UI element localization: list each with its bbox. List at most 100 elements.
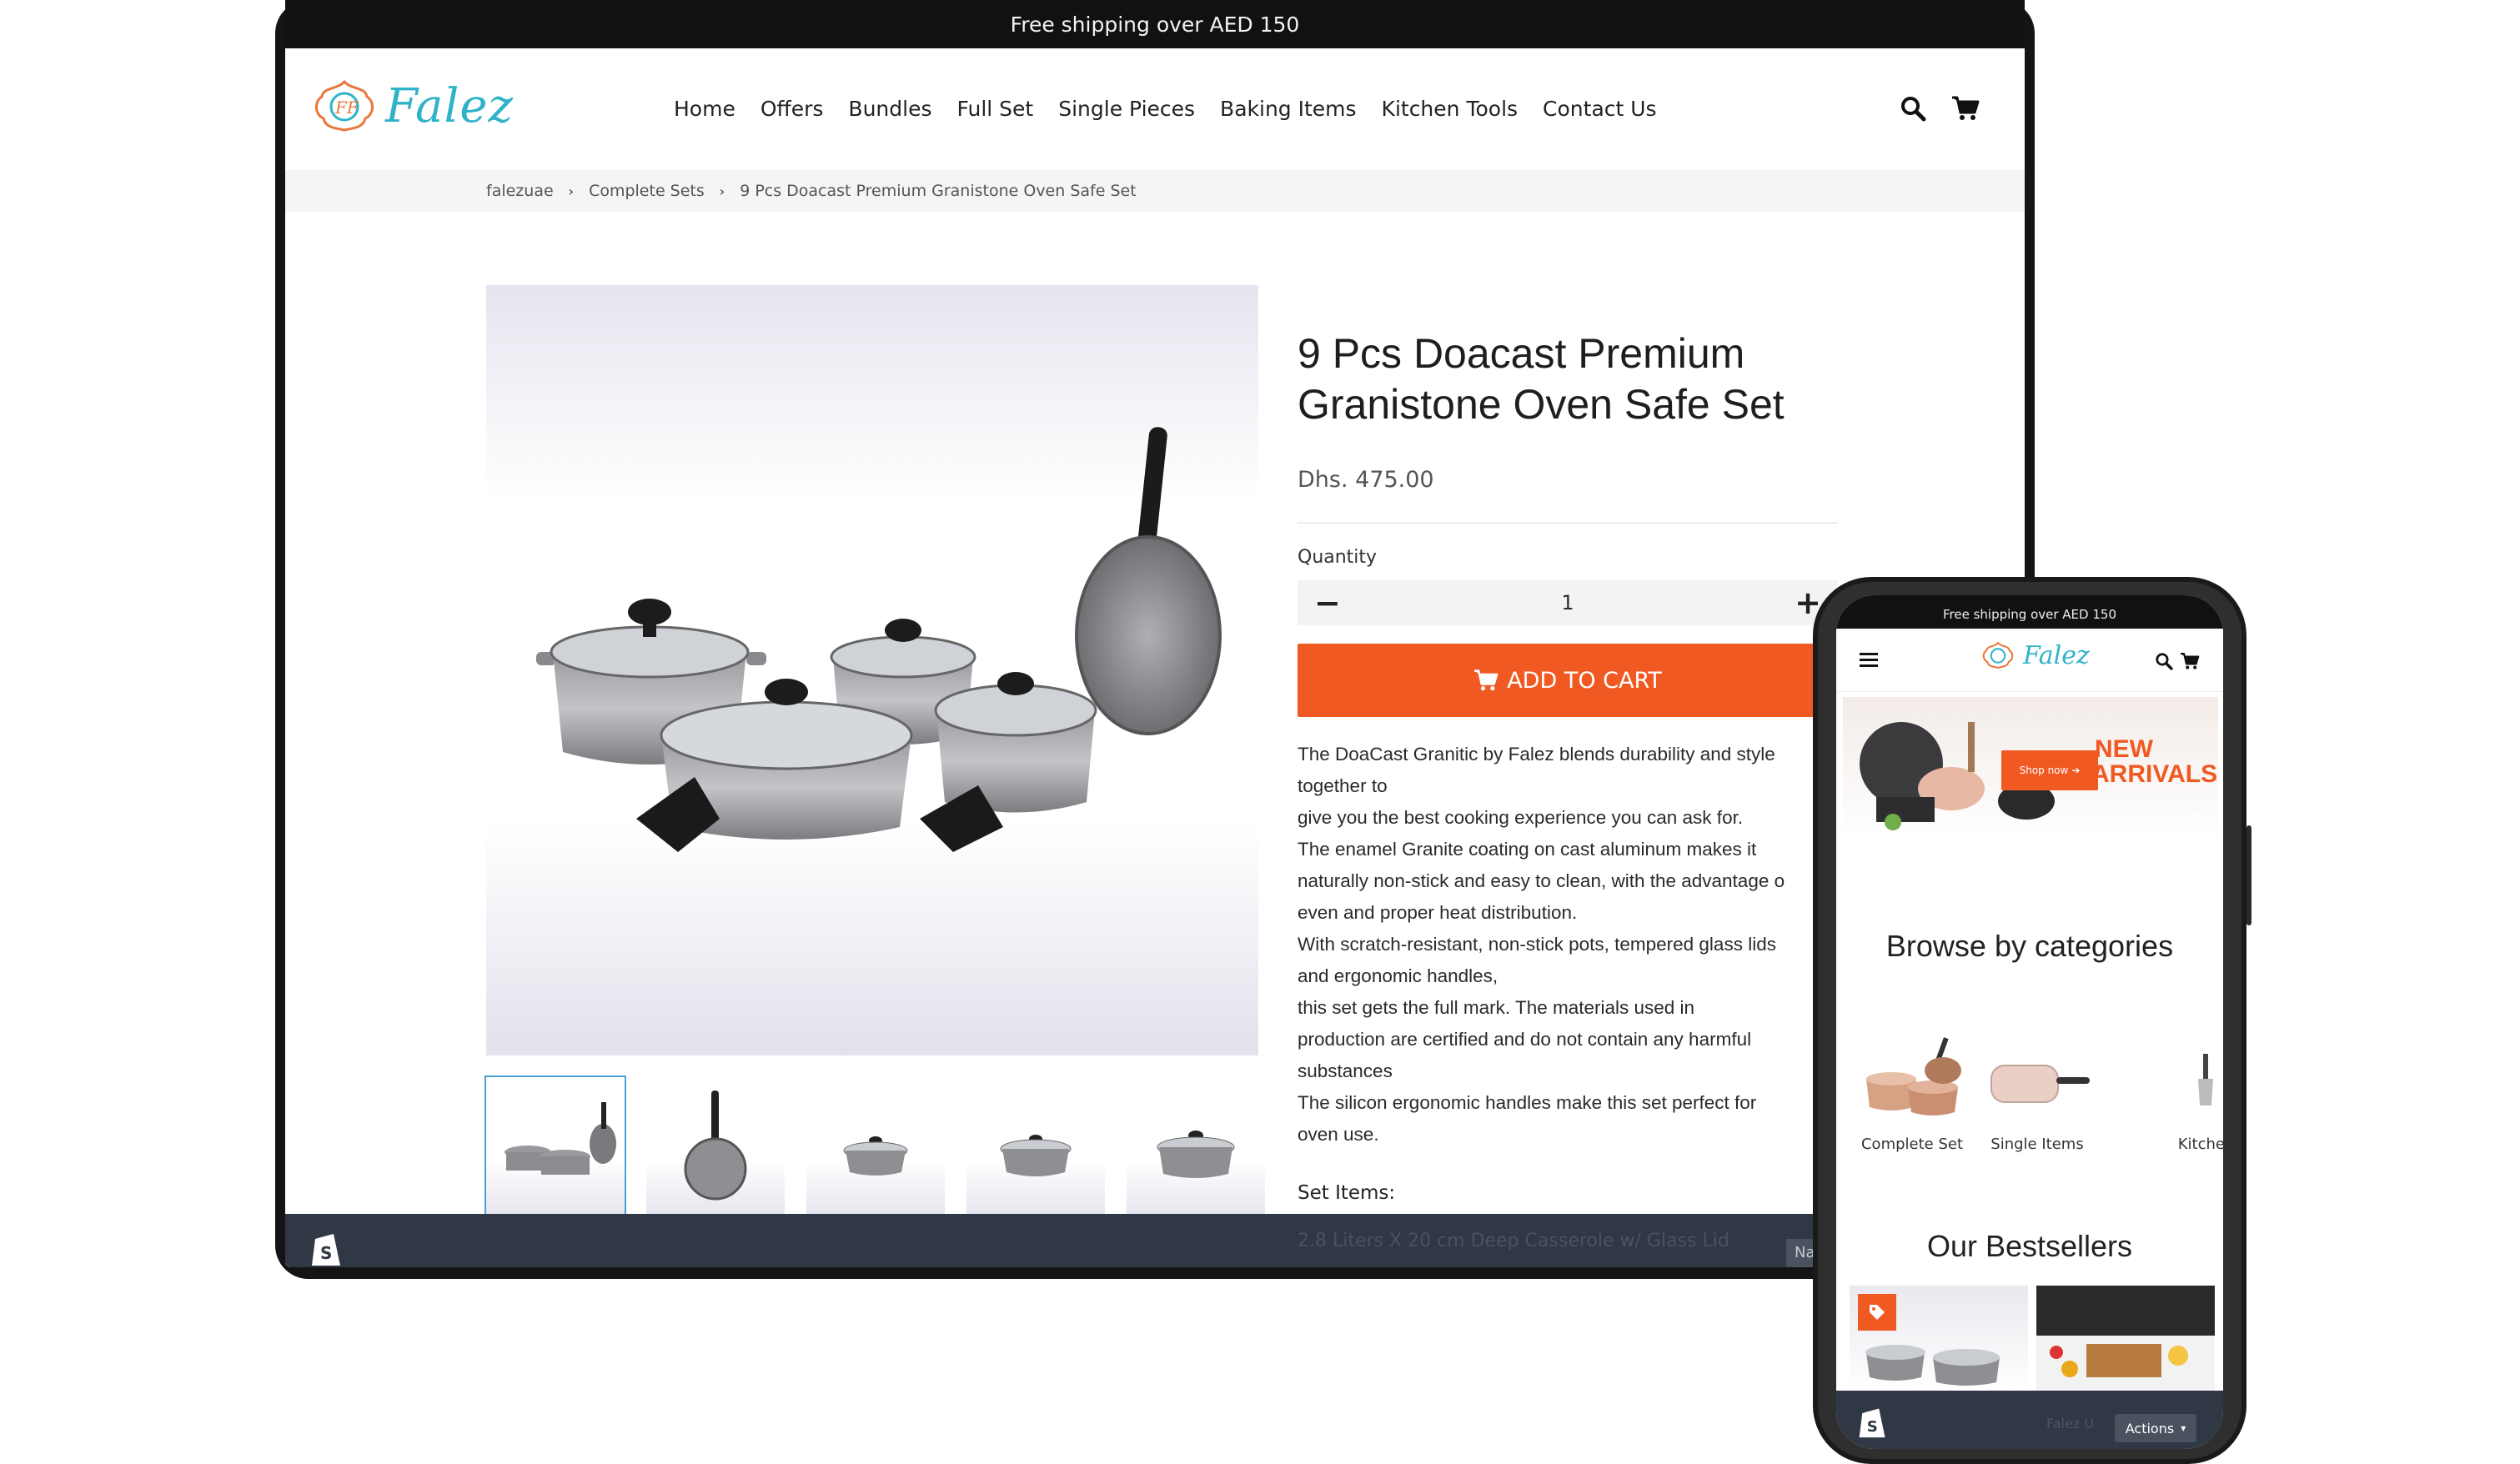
description-line: production are certified and do not cont… (1298, 1029, 1752, 1050)
product-price: Dhs. 475.00 (1298, 467, 1434, 493)
announcement-bar: Free shipping over AED 150 (1836, 595, 2223, 629)
browse-categories-title: Browse by categories (1885, 929, 2174, 963)
banner-title-line: NEW (2095, 735, 2153, 763)
admin-faded-text: Falez U (2046, 1416, 2095, 1431)
description-line: this set gets the full mark. The materia… (1298, 997, 1695, 1018)
bestsellers-title: Our Bestsellers (1926, 1229, 2133, 1263)
shop-now-button[interactable]: Shop now ➔ (2001, 750, 2098, 790)
add-to-cart-label: ADD TO CART (1507, 667, 1662, 694)
banner-title-line: ARRIVALS (2091, 760, 2218, 788)
set-items-label: Set Items: (1298, 1182, 1396, 1204)
cart-icon[interactable] (2180, 652, 2200, 670)
thumbnail-set-image (505, 1102, 616, 1175)
description-line: substances (1298, 1060, 1393, 1081)
arrow-right-icon[interactable]: ➔ (2188, 807, 2203, 828)
product-description: The DoaCast Granitic by Falez blends dur… (1298, 739, 1848, 1151)
logo-emblem-icon: FF (315, 79, 374, 132)
product-thumbnail[interactable] (806, 1077, 945, 1216)
quantity-label: Quantity (1298, 547, 1378, 568)
description-line: With scratch-resistant, non-stick pots, … (1298, 934, 1776, 955)
bestseller-set-image (1865, 1345, 2000, 1386)
divider (1298, 522, 1838, 524)
cart-icon[interactable] (1951, 95, 1980, 122)
minus-icon[interactable]: − (1314, 584, 1341, 621)
arrow-right-icon: ➔ (2071, 765, 2081, 776)
nav-item-bundles[interactable]: Bundles (848, 97, 931, 121)
breadcrumb-collection[interactable]: Complete Sets (589, 182, 705, 200)
breadcrumb: falezuae › Complete Sets › 9 Pcs Doacast… (285, 170, 2025, 212)
breadcrumb-current: 9 Pcs Doacast Premium Granistone Oven Sa… (740, 182, 1137, 200)
add-to-cart-button[interactable]: ADD TO CART (1298, 644, 1838, 717)
tablet-frame: Free shipping over AED 150 FF Falez Home… (275, 0, 2035, 1279)
svg-text:S: S (320, 1243, 332, 1263)
breadcrumb-home[interactable]: falezuae (486, 182, 554, 200)
nav-item-kitchen-tools[interactable]: Kitchen Tools (1382, 97, 1519, 121)
site-header: FF Falez Home Offers Bundles Full Set Si… (285, 48, 2025, 170)
bestseller-card[interactable] (2036, 1286, 2215, 1391)
phone-side-button (2246, 825, 2251, 925)
brand-logo[interactable]: FF Falez (312, 78, 514, 133)
nav-item-home[interactable]: Home (674, 97, 735, 121)
category-label: Kitche (2177, 1136, 2223, 1153)
description-line: give you the best cooking experience you… (1298, 807, 1744, 828)
chevron-right-icon: › (719, 183, 725, 199)
search-icon[interactable] (2155, 652, 2173, 670)
product-thumbnail[interactable] (966, 1077, 1105, 1216)
main-nav: Home Offers Bundles Full Set Single Piec… (674, 97, 1657, 121)
brand-wordmark: Falez (2023, 640, 2090, 670)
product-main-image[interactable] (486, 285, 1258, 1055)
product-title: 9 Pcs Doacast Premium Granistone Oven Sa… (1298, 328, 1831, 430)
product-thumbnail[interactable] (646, 1077, 785, 1216)
nav-item-offers[interactable]: Offers (761, 97, 824, 121)
phone-screen: Free shipping over AED 150 Falez Shop no… (1836, 595, 2223, 1449)
shop-now-label: Shop now (2019, 765, 2069, 776)
product-thumbnail[interactable] (1127, 1077, 1265, 1216)
mobile-header: Falez (1836, 629, 2223, 692)
category-kitchen-tools-image (2198, 1054, 2213, 1106)
category-label: Single Items (1990, 1136, 2084, 1153)
tag-icon (1858, 1294, 1896, 1331)
product-thumbnail[interactable] (484, 1075, 626, 1217)
chevron-down-icon: ▾ (2181, 1422, 2186, 1434)
description-line: The DoaCast Granitic by Falez blends dur… (1298, 744, 1775, 765)
shopify-admin-bar: S 2.8 Liters X 20 cm Deep Casserole w/ G… (285, 1214, 2025, 1267)
cookware-set-illustration (536, 427, 1222, 852)
brand-wordmark: Falez (385, 78, 514, 133)
category-card[interactable]: Single Items (1975, 1029, 2100, 1153)
category-card[interactable]: Complete Set (1850, 1029, 1975, 1153)
svg-text:FF: FF (334, 98, 359, 118)
cart-icon (1474, 669, 1498, 691)
bestseller-card[interactable] (1850, 1286, 2028, 1391)
set-item-faded: 2.8 Liters X 20 cm Deep Casserole w/ Gla… (1298, 1231, 1729, 1251)
actions-button[interactable]: Actions ▾ (2115, 1414, 2196, 1442)
hero-banner[interactable]: Shop now ➔ NEW ARRIVALS ➔ (1843, 697, 2218, 839)
category-label: Complete Set (1860, 1136, 1964, 1153)
nav-item-single-pieces[interactable]: Single Pieces (1058, 97, 1195, 121)
description-line: together to (1298, 775, 1388, 796)
banner-title: NEW ARRIVALS (2091, 735, 2218, 788)
shopify-icon[interactable]: S (309, 1229, 345, 1267)
brand-logo[interactable]: Falez (1981, 640, 2090, 670)
tag-shape (1870, 1305, 1885, 1320)
header-actions (1900, 95, 1980, 122)
description-line: oven use. (1298, 1124, 1379, 1145)
announcement-bar: Free shipping over AED 150 (285, 0, 2025, 48)
description-line: The enamel Granite coating on cast alumi… (1298, 839, 1757, 860)
description-line: The silicon ergonomic handles make this … (1298, 1092, 1757, 1113)
shopify-icon[interactable]: S (1856, 1404, 1890, 1439)
chevron-right-icon: › (568, 183, 575, 199)
actions-label: Actions (2125, 1420, 2175, 1436)
svg-text:S: S (1867, 1418, 1878, 1436)
announcement-text: Free shipping over AED 150 (1942, 607, 2116, 622)
description-line: even and proper heat distribution. (1298, 902, 1578, 923)
quantity-input[interactable]: 1 (1561, 591, 1574, 614)
nav-item-contact-us[interactable]: Contact Us (1543, 97, 1657, 121)
nav-item-full-set[interactable]: Full Set (956, 97, 1033, 121)
tablet-screen: Free shipping over AED 150 FF Falez Home… (285, 0, 2025, 1267)
logo-emblem-icon (1982, 641, 2014, 669)
search-icon[interactable] (1900, 95, 1926, 122)
nav-item-baking-items[interactable]: Baking Items (1220, 97, 1357, 121)
category-card[interactable]: Kitche (2100, 1029, 2223, 1153)
menu-icon[interactable] (1860, 652, 1878, 669)
product-title-line: Granistone Oven Safe Set (1298, 381, 1785, 428)
